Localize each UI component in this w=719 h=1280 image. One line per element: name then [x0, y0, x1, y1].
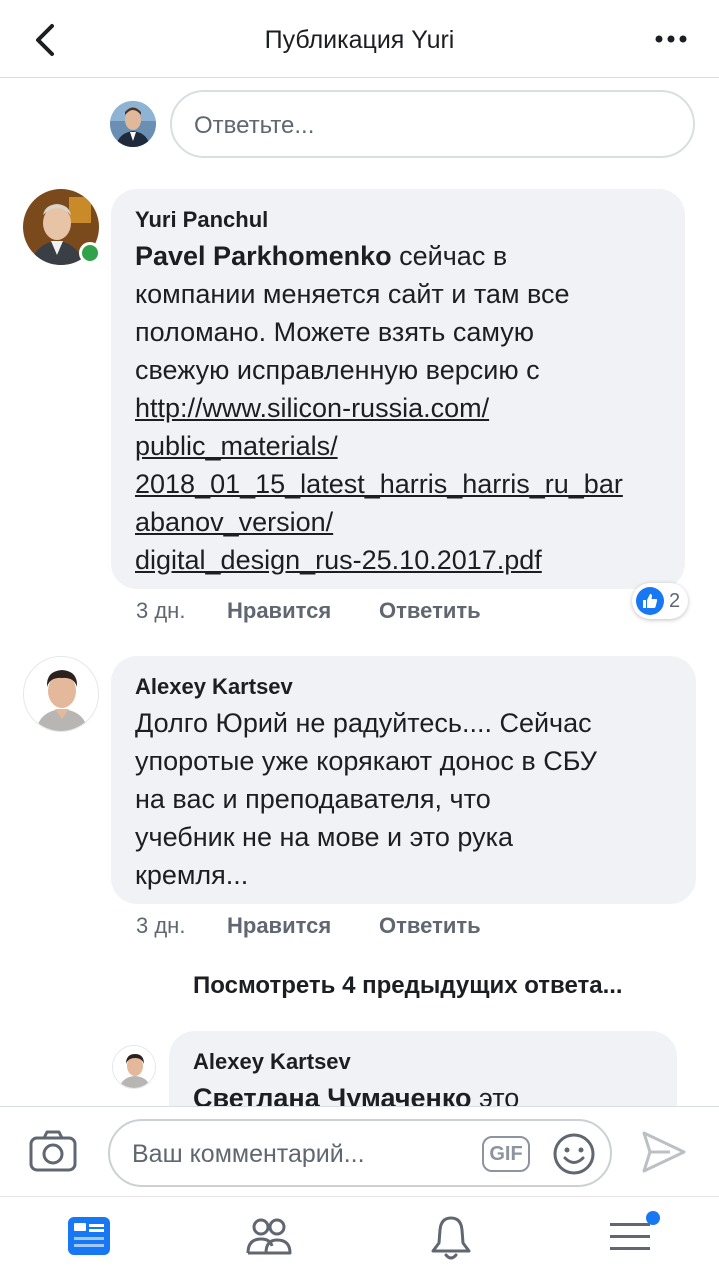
url-link[interactable]: http://www.silicon-russia.com/	[135, 389, 675, 427]
url-link[interactable]: public_materials/	[135, 427, 675, 465]
more-options-button[interactable]	[653, 26, 693, 52]
comment-text-line: поломано. Можете взять самую	[135, 317, 535, 347]
send-icon	[642, 1131, 686, 1173]
gif-button[interactable]: GIF	[482, 1136, 530, 1172]
comment-placeholder: Ваш комментарий...	[132, 1140, 365, 1168]
nav-friends[interactable]	[244, 1213, 294, 1263]
bottom-navigation	[0, 1196, 719, 1280]
reply-author-avatar[interactable]	[112, 1045, 156, 1089]
current-user-avatar	[110, 101, 156, 147]
reply-placeholder: Ответьте...	[194, 112, 315, 139]
comment-composer: Ваш комментарий... GIF	[0, 1106, 719, 1196]
reaction-summary[interactable]: 2	[632, 583, 689, 619]
nav-news-feed[interactable]	[66, 1213, 116, 1263]
emoji-button[interactable]	[552, 1132, 596, 1176]
comment-text: Pavel Parkhomenko сейчас в компании меня…	[135, 237, 675, 579]
reply-author[interactable]: Alexey Kartsev	[193, 1049, 351, 1075]
url-link[interactable]: digital_design_rus-25.10.2017.pdf	[135, 541, 675, 579]
top-bar: Публикация Yuri	[0, 0, 719, 78]
reply-button[interactable]: Ответить	[379, 598, 481, 624]
comment-text-line: сейчас в	[399, 241, 508, 271]
news-feed-icon	[68, 1217, 110, 1255]
comment-timestamp: 3 дн.	[136, 913, 186, 938]
like-button[interactable]: Нравится	[227, 913, 331, 939]
comment-text-line: Долго Юрий не радуйтесь.... Сейчас	[135, 708, 592, 738]
more-dots-icon	[655, 35, 687, 43]
comment-text-line: компании меняется сайт и там все	[135, 279, 570, 309]
url-link[interactable]: 2018_01_15_latest_harris_harris_ru_bar	[135, 465, 675, 503]
reply-input[interactable]: Ответьте...	[170, 90, 695, 158]
menu-notification-dot	[646, 1211, 660, 1225]
comment-text-line: свежую исправленную версию с	[135, 355, 540, 385]
smiley-icon	[553, 1133, 595, 1175]
comment-bubble: Yuri Panchul Pavel Parkhomenko сейчас в …	[111, 189, 685, 589]
comment-author[interactable]: Yuri Panchul	[135, 207, 268, 233]
reaction-count: 2	[669, 589, 681, 612]
like-button[interactable]: Нравится	[227, 598, 331, 624]
page-title: Публикация Yuri	[264, 26, 455, 54]
comment-text-line: на вас и преподавателя, что	[135, 784, 491, 814]
comment-text-line: кремля...	[135, 860, 249, 890]
comment-bubble: Alexey Kartsev Долго Юрий не радуйтесь..…	[111, 656, 696, 904]
friends-icon	[246, 1218, 292, 1255]
mention-link[interactable]: Pavel Parkhomenko	[135, 241, 392, 271]
comment-text-line: упоротые уже корякают донос в СБУ	[135, 746, 597, 776]
comment-text: Долго Юрий не радуйтесь.... Сейчас упоро…	[135, 704, 691, 894]
view-previous-replies-link[interactable]: Посмотреть 4 предыдущих ответа...	[193, 972, 623, 1000]
camera-button[interactable]	[28, 1128, 78, 1174]
notifications-icon	[431, 1216, 471, 1260]
comment-author[interactable]: Alexey Kartsev	[135, 674, 293, 700]
send-button[interactable]	[640, 1129, 688, 1175]
like-reaction-icon	[636, 587, 664, 615]
online-status-indicator	[79, 242, 101, 264]
comment-input[interactable]: Ваш комментарий... GIF	[108, 1119, 612, 1187]
reply-button[interactable]: Ответить	[379, 913, 481, 939]
url-link[interactable]: abanov_version/	[135, 503, 675, 541]
nav-notifications[interactable]	[428, 1213, 478, 1263]
comment-timestamp: 3 дн.	[136, 598, 186, 623]
author-avatar[interactable]	[23, 656, 99, 732]
comment-text-line: учебник не на мове и это рука	[135, 822, 514, 852]
camera-icon	[29, 1130, 77, 1172]
